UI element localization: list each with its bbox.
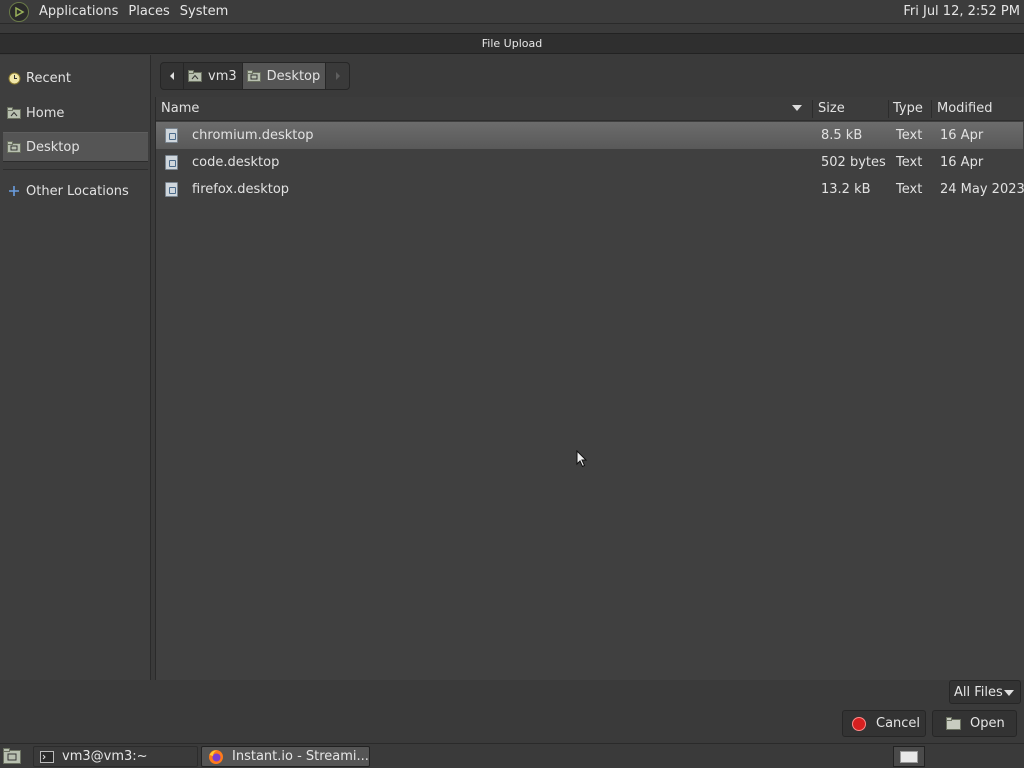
column-divider[interactable]: [812, 100, 813, 118]
sidebar-item-desktop[interactable]: Desktop: [3, 132, 148, 162]
clock-icon: [7, 72, 21, 84]
file-size: 502 bytes: [821, 155, 886, 170]
file-type-filter-dropdown[interactable]: All Files: [949, 680, 1021, 704]
text-file-icon: [165, 128, 178, 143]
file-list[interactable]: Name Size Type Modified chromium.desktop…: [155, 97, 1024, 680]
taskbar-item-firefox[interactable]: Instant.io - Streami...: [201, 746, 370, 767]
sidebar-item-other-locations[interactable]: Other Locations: [3, 176, 148, 206]
sort-descending-icon[interactable]: [792, 105, 802, 111]
taskbar-item-label: Instant.io - Streami...: [232, 749, 369, 764]
file-name: chromium.desktop: [192, 128, 314, 143]
path-forward-button[interactable]: [326, 62, 351, 90]
home-folder-icon: [188, 70, 202, 82]
column-header-name[interactable]: Name: [161, 97, 199, 121]
sidebar-item-home[interactable]: Home: [3, 98, 148, 128]
file-size: 13.2 kB: [821, 182, 871, 197]
cancel-label: Cancel: [876, 716, 921, 731]
file-modified: 16 Apr: [940, 128, 984, 143]
path-segment-label: vm3: [208, 68, 237, 84]
file-row-code[interactable]: code.desktop 502 bytes Text 16 Apr: [156, 149, 1023, 176]
open-folder-icon: [946, 717, 961, 730]
file-modified: 24 May 2023: [940, 182, 1024, 197]
sidebar-item-label: Home: [26, 105, 65, 121]
open-label: Open: [970, 716, 1005, 731]
file-name: code.desktop: [192, 155, 280, 170]
open-button[interactable]: Open: [932, 710, 1017, 737]
terminal-icon: [40, 750, 54, 763]
file-name: firefox.desktop: [192, 182, 290, 197]
cancel-icon: [852, 716, 866, 731]
applications-menu[interactable]: Applications: [34, 0, 123, 24]
workspace-1[interactable]: [900, 750, 918, 763]
filter-label: All Files: [954, 684, 1003, 700]
places-menu[interactable]: Places: [123, 0, 174, 24]
sidebar-item-label: Recent: [26, 70, 71, 86]
taskbar: vm3@vm3:~ Instant.io - Streami...: [0, 743, 1024, 768]
chevron-down-icon: [1004, 690, 1014, 696]
column-header-size[interactable]: Size: [818, 97, 845, 121]
show-desktop-icon[interactable]: [2, 747, 22, 765]
file-type: Text: [896, 155, 923, 170]
column-header-row: Name Size Type Modified: [156, 97, 1024, 121]
desktop-folder-icon: [246, 70, 261, 82]
file-type: Text: [896, 128, 923, 143]
column-divider[interactable]: [931, 100, 932, 118]
path-segment-desktop[interactable]: Desktop: [242, 62, 327, 90]
file-size: 8.5 kB: [821, 128, 863, 143]
path-back-button[interactable]: [160, 62, 184, 90]
system-menu[interactable]: System: [175, 0, 233, 24]
file-row-chromium[interactable]: chromium.desktop 8.5 kB Text 16 Apr: [156, 122, 1023, 149]
top-panel: Applications Places System Fri Jul 12, 2…: [0, 0, 1024, 24]
distro-logo-icon[interactable]: [9, 1, 29, 22]
path-bar: vm3 Desktop: [160, 62, 351, 90]
home-folder-icon: [7, 107, 21, 119]
plus-icon: [7, 185, 21, 197]
file-row-firefox[interactable]: firefox.desktop 13.2 kB Text 24 May 2023: [156, 176, 1024, 203]
taskbar-item-label: vm3@vm3:~: [62, 749, 148, 764]
dialog-titlebar[interactable]: File Upload: [0, 33, 1024, 54]
firefox-icon: [209, 749, 223, 764]
mouse-pointer-icon: [576, 450, 588, 468]
sidebar-item-label: Other Locations: [26, 183, 129, 199]
clock[interactable]: Fri Jul 12, 2:52 PM: [903, 0, 1020, 24]
path-segment-label: Desktop: [266, 68, 321, 84]
dialog-title: File Upload: [481, 37, 543, 50]
workspace-switcher[interactable]: [893, 746, 925, 767]
text-file-icon: [165, 155, 178, 170]
sidebar-item-label: Desktop: [26, 139, 80, 155]
cancel-button[interactable]: Cancel: [842, 710, 926, 737]
file-modified: 16 Apr: [940, 155, 984, 170]
path-segment-vm3[interactable]: vm3: [184, 62, 243, 90]
taskbar-item-terminal[interactable]: vm3@vm3:~: [33, 746, 198, 767]
places-sidebar: Recent Home Desktop Other Locations: [0, 55, 151, 680]
chevron-left-icon: [170, 72, 174, 80]
column-divider[interactable]: [888, 100, 889, 118]
sidebar-item-recent[interactable]: Recent: [3, 63, 148, 93]
column-header-type[interactable]: Type: [893, 97, 923, 121]
sidebar-divider: [3, 169, 148, 170]
desktop-folder-icon: [7, 141, 21, 153]
column-header-modified[interactable]: Modified: [937, 97, 992, 121]
chevron-right-icon: [335, 72, 340, 80]
file-type: Text: [896, 182, 923, 197]
text-file-icon: [165, 182, 178, 197]
